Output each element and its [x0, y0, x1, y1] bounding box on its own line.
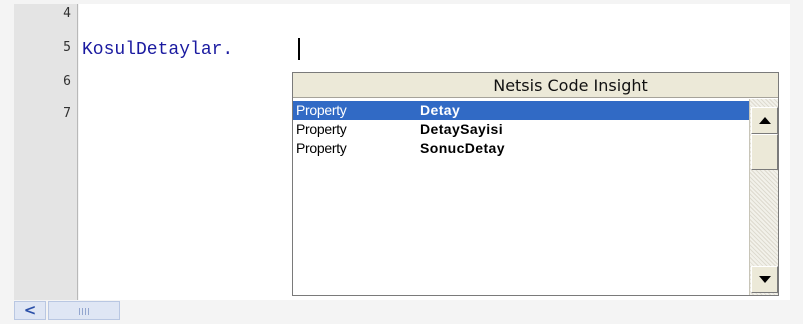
scroll-left-button[interactable]: < — [14, 301, 46, 320]
completion-item[interactable]: Property DetaySayisi — [293, 120, 749, 139]
vertical-scrollbar[interactable] — [749, 99, 778, 295]
horizontal-scroll-thumb[interactable] — [48, 301, 120, 320]
line-number: 5 — [63, 40, 71, 55]
code-editor-window: 4 5 6 7 KosulDetaylar. Netsis Code Insig… — [0, 0, 803, 324]
scroll-thumb[interactable] — [751, 134, 778, 170]
completion-list[interactable]: Property Detay Property DetaySayisi Prop… — [293, 99, 749, 295]
grip-line — [85, 308, 86, 315]
completion-item-kind: Property — [296, 140, 347, 156]
arrow-left-icon: < — [23, 301, 37, 319]
code-insight-popup: Netsis Code Insight Property Detay Prope… — [292, 72, 779, 296]
completion-item-kind: Property — [296, 102, 347, 118]
grip-line — [79, 308, 80, 315]
line-number: 7 — [63, 106, 71, 121]
completion-item[interactable]: Property SonucDetay — [293, 139, 749, 158]
arrow-down-icon — [759, 276, 771, 283]
code-line-5: KosulDetaylar. — [82, 40, 234, 60]
completion-item-name: Detay — [420, 102, 461, 118]
text-caret — [298, 38, 300, 60]
arrow-up-icon — [759, 117, 771, 124]
line-number: 4 — [63, 6, 71, 21]
grip-line — [82, 308, 83, 315]
completion-item-name: SonucDetay — [420, 140, 505, 156]
completion-item-kind: Property — [296, 121, 347, 137]
scroll-down-button[interactable] — [751, 266, 778, 293]
line-number-gutter: 4 5 6 7 — [14, 4, 78, 300]
grip-line — [88, 308, 89, 315]
line-number: 6 — [63, 74, 71, 89]
popup-title: Netsis Code Insight — [293, 73, 778, 98]
scroll-up-button[interactable] — [751, 107, 778, 134]
completion-item[interactable]: Property Detay — [293, 101, 749, 120]
completion-item-name: DetaySayisi — [420, 121, 504, 137]
horizontal-scrollbar[interactable]: < — [14, 301, 790, 320]
